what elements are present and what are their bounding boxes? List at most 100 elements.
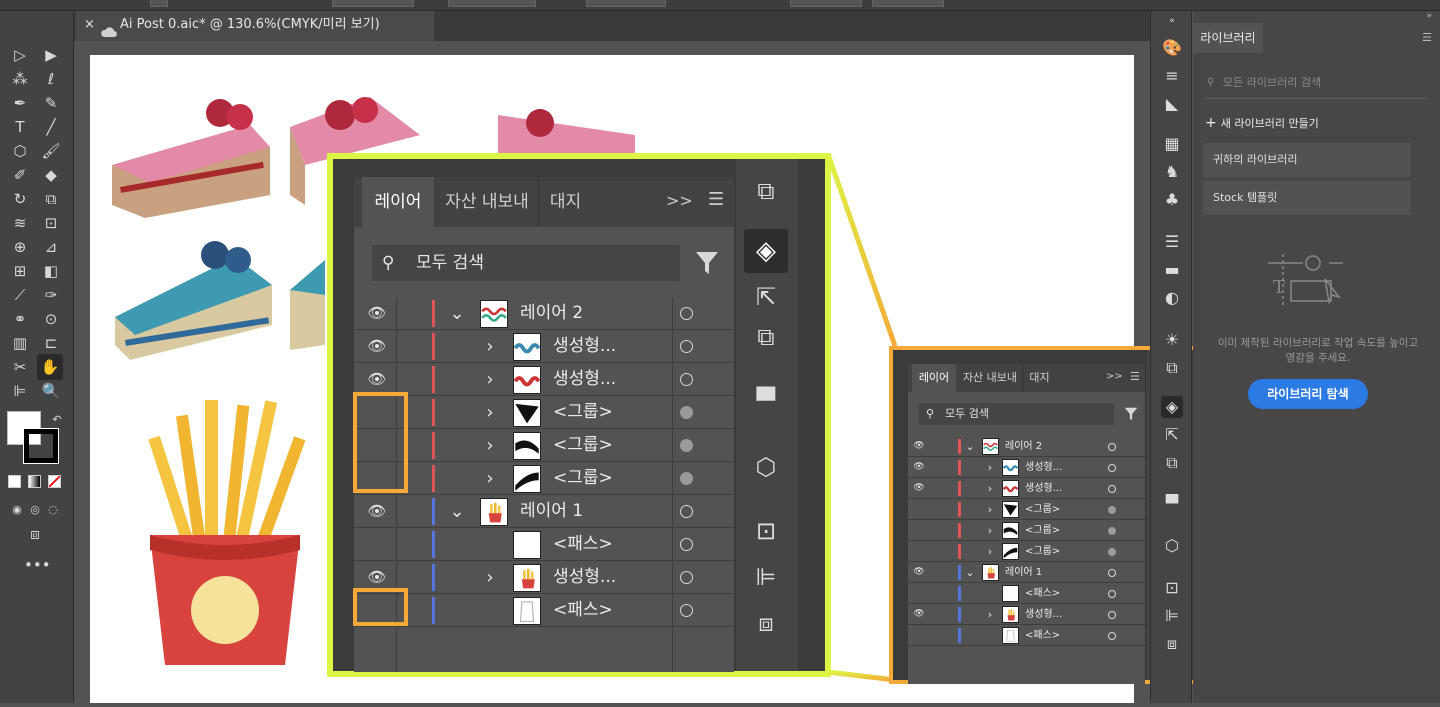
- blend-tool-icon[interactable]: ⚭: [9, 308, 31, 330]
- scale-tool-icon[interactable]: ⧉: [40, 188, 62, 210]
- collapsed-chevron-icon[interactable]: ›: [984, 541, 996, 562]
- layer-name[interactable]: 레이어 1: [520, 495, 583, 528]
- layer-row[interactable]: › <그룹>: [354, 396, 734, 429]
- layer-name[interactable]: 생성형...: [1025, 457, 1062, 478]
- pathfinder-icon[interactable]: ⧉: [750, 323, 782, 355]
- new-library-button[interactable]: + 새 라이브러리 만들기: [1205, 115, 1319, 131]
- target-circle-icon[interactable]: [1108, 484, 1116, 493]
- zoom-tool-icon[interactable]: 🔍: [40, 380, 62, 402]
- target-circle-icon[interactable]: [680, 604, 693, 617]
- layer-name[interactable]: 생성형...: [1025, 478, 1062, 499]
- explore-library-button[interactable]: 라이브러리 탐색: [1248, 379, 1368, 409]
- collapsed-chevron-icon[interactable]: ›: [479, 363, 501, 396]
- tab-artboards[interactable]: 대지: [538, 177, 592, 227]
- visibility-toggle-empty[interactable]: [360, 528, 394, 561]
- layer-row[interactable]: 👁 ⌄ 레이어 2: [354, 297, 734, 330]
- layer-name[interactable]: 레이어 2: [520, 297, 583, 330]
- appearance-icon[interactable]: ☀: [1161, 329, 1183, 351]
- 3d-cube-icon[interactable]: ⬡: [750, 453, 782, 485]
- graph-tool-icon[interactable]: ▥: [9, 332, 31, 354]
- symbol-sprayer-icon[interactable]: ⊙: [40, 308, 62, 330]
- line-tool-icon[interactable]: ╱: [40, 116, 62, 138]
- mesh-tool-icon[interactable]: ⊞: [9, 260, 31, 282]
- layer-name[interactable]: <그룹>: [553, 429, 613, 462]
- properties-icon[interactable]: ≡: [1161, 65, 1183, 87]
- export-icon[interactable]: ⇱: [750, 283, 782, 315]
- target-circle-icon[interactable]: [680, 307, 693, 320]
- align-icon[interactable]: ⊫: [750, 563, 782, 595]
- layer-name[interactable]: <그룹>: [1025, 520, 1060, 541]
- layer-row[interactable]: <패스>: [908, 625, 1145, 646]
- artboards-icon[interactable]: ⧉: [1161, 357, 1183, 379]
- layer-name[interactable]: <그룹>: [553, 396, 613, 429]
- asset-export-icon[interactable]: ⇱: [1161, 424, 1183, 446]
- visibility-eye-icon[interactable]: 👁: [360, 297, 394, 330]
- curvature-tool-icon[interactable]: ✎: [40, 92, 62, 114]
- layers-search-field-small[interactable]: ⚲ 모두 검색: [919, 403, 1114, 425]
- slice-tool-icon[interactable]: ✂: [9, 356, 31, 378]
- expanded-chevron-icon[interactable]: ⌄: [446, 495, 468, 528]
- artboard-panel-icon[interactable]: ⧉: [750, 177, 782, 209]
- selection-tool-icon[interactable]: ▷: [9, 44, 31, 66]
- pen-tool-icon[interactable]: ✒: [9, 92, 31, 114]
- 3d-strip-icon[interactable]: ⬡: [1161, 535, 1183, 557]
- target-circle-icon[interactable]: [680, 373, 693, 386]
- gradient-panel-icon[interactable]: ◣: [1161, 93, 1183, 115]
- target-circle-icon[interactable]: [1108, 568, 1116, 577]
- layer-row[interactable]: › <그룹>: [354, 462, 734, 495]
- measure-tool-icon[interactable]: ✑: [40, 284, 62, 306]
- target-circle-icon[interactable]: [1108, 631, 1116, 640]
- tab-artboards-small[interactable]: 대지: [1022, 364, 1056, 392]
- target-circle-icon[interactable]: [680, 505, 693, 518]
- eraser-icon[interactable]: ◆: [40, 164, 62, 186]
- gradient-icon[interactable]: ▬: [1161, 259, 1183, 281]
- target-circle-icon[interactable]: [1108, 526, 1116, 535]
- more-tabs-icon-small[interactable]: >>: [1106, 371, 1123, 382]
- layers-search-field[interactable]: ⚲ 모두 검색: [372, 245, 680, 281]
- layer-name[interactable]: <그룹>: [553, 462, 613, 495]
- pathfinder-alt-strip-icon[interactable]: ⧈: [1161, 633, 1183, 655]
- collapsed-chevron-icon[interactable]: ›: [479, 561, 501, 594]
- layer-row[interactable]: 👁 ⌄ 레이어 1: [908, 562, 1145, 583]
- screen-mode-icon[interactable]: ⧈: [24, 523, 46, 545]
- layer-row[interactable]: 👁 › 생성형...: [908, 457, 1145, 478]
- layer-name[interactable]: 생성형...: [553, 330, 616, 363]
- layer-name[interactable]: 레이어 2: [1005, 436, 1042, 457]
- align-field[interactable]: [790, 0, 862, 7]
- layer-name[interactable]: <그룹>: [1025, 499, 1060, 520]
- filter-icon-small[interactable]: [1123, 406, 1139, 422]
- tab-layers[interactable]: 레이어: [362, 177, 434, 227]
- target-circle-icon[interactable]: [1108, 610, 1116, 619]
- visibility-toggle-empty[interactable]: [910, 625, 928, 646]
- collapsed-chevron-icon[interactable]: ›: [984, 478, 996, 499]
- panel-menu-icon-small[interactable]: ☰: [1130, 370, 1140, 383]
- expand-icon[interactable]: »: [1426, 11, 1432, 21]
- target-circle-icon[interactable]: [1108, 547, 1116, 556]
- comments-icon[interactable]: ▀: [750, 387, 782, 419]
- expanded-chevron-icon[interactable]: ⌄: [964, 562, 976, 583]
- hand-tool-icon[interactable]: ✋: [37, 354, 63, 380]
- layer-row[interactable]: › <그룹>: [354, 429, 734, 462]
- layers-icon[interactable]: ◈: [1161, 396, 1183, 418]
- layers-panel-icon[interactable]: ◈: [744, 229, 788, 273]
- symbols-icon[interactable]: ♣: [1161, 189, 1183, 211]
- target-circle-icon[interactable]: [680, 439, 693, 452]
- opacity-field[interactable]: [586, 0, 666, 7]
- layer-row[interactable]: 👁 › 생성형...: [908, 604, 1145, 625]
- collapse-icon[interactable]: «: [1161, 15, 1183, 27]
- shaper-tool-icon[interactable]: ✐: [9, 164, 31, 186]
- collapsed-chevron-icon[interactable]: ›: [984, 604, 996, 625]
- visibility-eye-icon[interactable]: 👁: [360, 330, 394, 363]
- layer-name[interactable]: 생성형...: [1025, 604, 1062, 625]
- pathfinder-strip-icon[interactable]: ⧉: [1161, 452, 1183, 474]
- target-circle-icon[interactable]: [1108, 463, 1116, 472]
- artboard-tool-icon[interactable]: ⊏: [40, 332, 62, 354]
- visibility-toggle-empty[interactable]: [910, 583, 928, 604]
- expanded-chevron-icon[interactable]: ⌄: [964, 436, 976, 457]
- gradient-mode-icon[interactable]: [28, 475, 41, 488]
- visibility-eye-icon[interactable]: 👁: [360, 495, 394, 528]
- library-menu-icon[interactable]: ☰: [1422, 31, 1432, 44]
- close-tab-icon[interactable]: ×: [84, 11, 95, 39]
- artboard-nav-icon[interactable]: ⊫: [9, 380, 31, 402]
- visibility-eye-icon[interactable]: 👁: [910, 604, 928, 625]
